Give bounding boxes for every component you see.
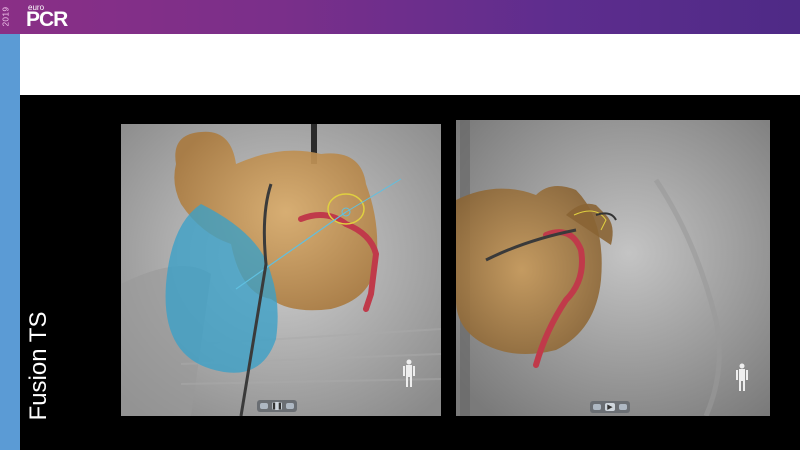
- play-icon[interactable]: ▶: [605, 403, 615, 411]
- title-area: [20, 34, 800, 95]
- playback-controls-left[interactable]: ❚❚: [257, 400, 297, 412]
- prev-icon[interactable]: [260, 403, 268, 409]
- fluoroscopy-panel-left: ❚❚: [121, 124, 441, 416]
- fluoroscopy-panel-right: ▶: [456, 120, 770, 416]
- prev-icon[interactable]: [593, 404, 601, 410]
- pause-icon[interactable]: ❚❚: [271, 402, 283, 410]
- fusion-image-left: [121, 124, 441, 416]
- playback-controls-right[interactable]: ▶: [590, 401, 630, 413]
- fusion-image-right: [456, 120, 770, 416]
- next-icon[interactable]: [286, 403, 294, 409]
- brand-logo: PCR: [26, 8, 68, 31]
- header-bar: 2019 euro PCR: [0, 0, 800, 34]
- side-accent-bar: [0, 34, 20, 450]
- slide-title: Fusion TS: [25, 311, 52, 421]
- next-icon[interactable]: [619, 404, 627, 410]
- year-label: 2019: [1, 6, 11, 27]
